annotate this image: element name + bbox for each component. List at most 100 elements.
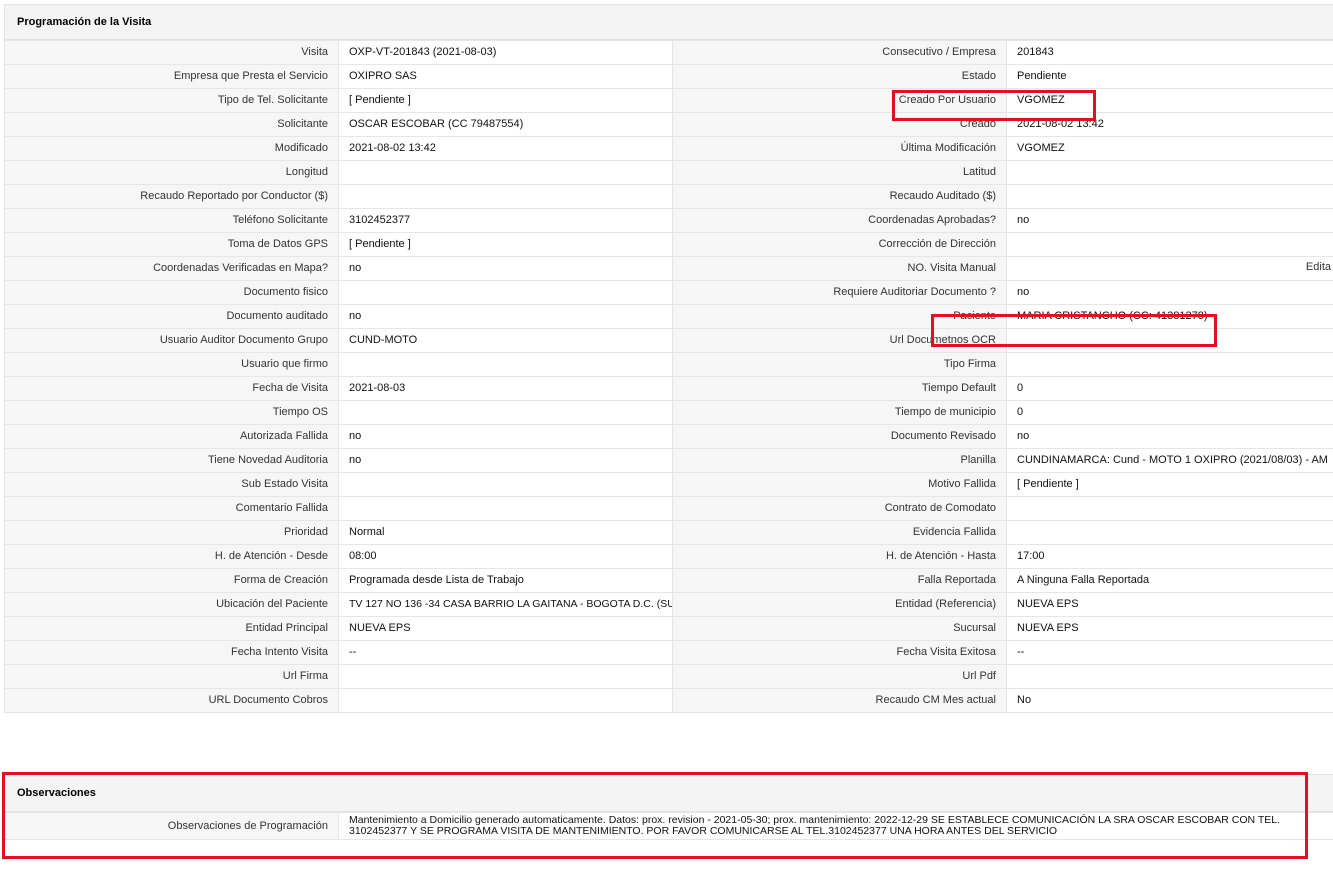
field-label: Recaudo Auditado ($) (672, 184, 1007, 209)
field-value (1006, 352, 1333, 377)
field-label: Creado (672, 112, 1007, 137)
table-row: Teléfono Solicitante 3102452377 Coordenada… (4, 208, 1333, 233)
table-row: H. de Atención - Desde 08:00 H. de Atenció… (4, 544, 1333, 569)
field-value: CUNDINAMARCA: Cund - MOTO 1 OXIPRO (2021… (1006, 448, 1333, 473)
table-row: Fecha Intento Visita -- Fecha Visita Exit… (4, 640, 1333, 665)
field-value (338, 688, 673, 713)
field-value: 2021-08-03 (338, 376, 673, 401)
field-value (338, 280, 673, 305)
field-value: NUEVA EPS (1006, 616, 1333, 641)
field-value: MARIA CRISTANCHO (CC: 41381278) (1006, 304, 1333, 329)
field-label: NO. Visita Manual (672, 256, 1007, 281)
field-label: Coordenadas Aprobadas? (672, 208, 1007, 233)
field-label: Motivo Fallida (672, 472, 1007, 497)
field-value: no (338, 424, 673, 449)
field-label: Evidencia Fallida (672, 520, 1007, 545)
table-row: Autorizada Fallida no Documento Revisado … (4, 424, 1333, 449)
table-row: Visita OXP-VT-201843 (2021-08-03) Consecut… (4, 40, 1333, 65)
section-title: Programación de la Visita (4, 4, 1333, 40)
field-value: A Ninguna Falla Reportada (1006, 568, 1333, 593)
field-value (1006, 520, 1333, 545)
field-value: -- (1006, 640, 1333, 665)
field-label: Tipo de Tel. Solicitante (4, 88, 339, 113)
table-row: Coordenadas Verificadas en Mapa? no NO. V… (4, 256, 1333, 281)
field-label: Tiempo de municipio (672, 400, 1007, 425)
field-value: no (338, 448, 673, 473)
field-label: Última Modificación (672, 136, 1007, 161)
field-value (338, 352, 673, 377)
field-value: 08:00 (338, 544, 673, 569)
visit-schedule-panel: Programación de la Visita Visita OXP-VT-2… (4, 4, 1333, 713)
table-row: Toma de Datos GPS[ Pendiente ] Corrección… (4, 232, 1333, 257)
field-label: Documento Revisado (672, 424, 1007, 449)
field-value (338, 400, 673, 425)
field-label: Tiempo Default (672, 376, 1007, 401)
table-row: Observaciones de Programación Mantenimie… (4, 811, 1333, 841)
field-value (1006, 496, 1333, 521)
table-row: Empresa que Presta el Servicio OXIPRO SAS… (4, 64, 1333, 89)
field-value: no (1006, 280, 1333, 305)
table-row: Usuario Auditor Documento Grupo CUND-MOTO… (4, 328, 1333, 353)
field-label: URL Documento Cobros (4, 688, 339, 713)
field-value: 0 (1006, 400, 1333, 425)
field-label: Documento auditado (4, 304, 339, 329)
field-label: Entidad Principal (4, 616, 339, 641)
field-label: Empresa que Presta el Servicio (4, 64, 339, 89)
table-row: Forma de Creación Programada desde Lista … (4, 568, 1333, 593)
field-value: [ Pendiente ] (1006, 472, 1333, 497)
field-label: Consecutivo / Empresa (672, 40, 1007, 65)
field-value: -- (338, 640, 673, 665)
field-value (338, 664, 673, 689)
field-value: OSCAR ESCOBAR (CC 79487554) (338, 112, 673, 137)
field-label: Contrato de Comodato (672, 496, 1007, 521)
field-value: [ Pendiente ] (338, 232, 673, 257)
field-value: no (1006, 424, 1333, 449)
field-label: Toma de Datos GPS (4, 232, 339, 257)
field-label: Estado (672, 64, 1007, 89)
field-value: [ Pendiente ] (338, 88, 673, 113)
observations-label: Observaciones de Programación (4, 811, 339, 841)
table-row: Comentario Fallida Contrato de Comodato (4, 496, 1333, 521)
field-value (1006, 664, 1333, 689)
visit-details-table: Visita OXP-VT-201843 (2021-08-03) Consecut… (4, 40, 1333, 713)
field-label: Longitud (4, 160, 339, 185)
table-row: Recaudo Reportado por Conductor ($) Recau… (4, 184, 1333, 209)
observations-table: Observaciones de Programación Mantenimie… (4, 811, 1333, 841)
field-value: 2021-08-02 13:42 (338, 136, 673, 161)
field-label: Autorizada Fallida (4, 424, 339, 449)
field-value: Edita (1006, 256, 1333, 281)
field-value (338, 472, 673, 497)
field-value (338, 496, 673, 521)
field-label: Url Firma (4, 664, 339, 689)
field-value: no (338, 304, 673, 329)
edit-link[interactable]: Edita (1306, 261, 1331, 274)
field-label: Ubicación del Paciente (4, 592, 339, 617)
table-row: Prioridad Normal Evidencia Fallida (4, 520, 1333, 545)
observations-text: Mantenimiento a Domicilio generado autom… (338, 811, 1333, 841)
table-row: Url Firma Url Pdf (4, 664, 1333, 689)
field-label: Corrección de Dirección (672, 232, 1007, 257)
field-label: Url Pdf (672, 664, 1007, 689)
table-row: Sub Estado Visita Motivo Fallida[ Pendien… (4, 472, 1333, 497)
field-value: NUEVA EPS (338, 616, 673, 641)
table-row: Fecha de Visita 2021-08-03 Tiempo Default… (4, 376, 1333, 401)
field-value: 17:00 (1006, 544, 1333, 569)
field-value (1006, 328, 1333, 353)
field-value: no (338, 256, 673, 281)
observations-title: Observaciones (4, 774, 1333, 812)
table-row: Modificado 2021-08-02 13:42 Última Modific… (4, 136, 1333, 161)
field-label: H. de Atención - Desde (4, 544, 339, 569)
field-label: Planilla (672, 448, 1007, 473)
field-value: OXIPRO SAS (338, 64, 673, 89)
field-label: H. de Atención - Hasta (672, 544, 1007, 569)
field-value: OXP-VT-201843 (2021-08-03) (338, 40, 673, 65)
table-row: Entidad Principal NUEVA EPS Sucursal NUEVA … (4, 616, 1333, 641)
field-label: Fecha de Visita (4, 376, 339, 401)
field-label: Teléfono Solicitante (4, 208, 339, 233)
field-label: Fecha Intento Visita (4, 640, 339, 665)
field-label: Requiere Auditoriar Documento ? (672, 280, 1007, 305)
field-label: Entidad (Referencia) (672, 592, 1007, 617)
field-value: 201843 (1006, 40, 1333, 65)
field-label: Falla Reportada (672, 568, 1007, 593)
field-value: 3102452377 (338, 208, 673, 233)
